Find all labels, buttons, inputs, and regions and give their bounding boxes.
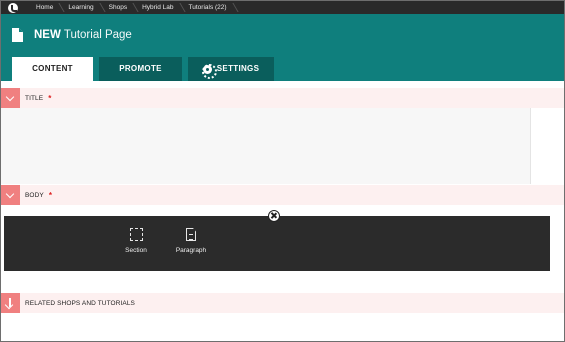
new-label: NEW: [34, 29, 61, 41]
page-header: NEW Tutorial Page CONTENT PROMOTE SETTIN…: [1, 14, 564, 81]
tab-settings[interactable]: SETTINGS: [188, 57, 274, 81]
page-type-label: Tutorial Page: [63, 29, 132, 41]
close-icon[interactable]: [268, 210, 280, 222]
arrow-down-icon: [9, 298, 11, 307]
tab-promote[interactable]: PROMOTE: [99, 57, 182, 81]
paragraph-icon: [186, 228, 196, 241]
body-section-header: BODY *: [1, 185, 564, 205]
chevron-down-icon: [5, 189, 15, 199]
required-marker: *: [48, 93, 52, 103]
title-section-header: TITLE *: [1, 88, 564, 108]
insert-section-label: Section: [125, 247, 147, 254]
tab-bar: CONTENT PROMOTE SETTINGS: [12, 57, 280, 81]
body-section-label: BODY: [25, 191, 44, 199]
breadcrumb-home[interactable]: Home: [30, 1, 62, 14]
page-title: NEW Tutorial Page: [34, 29, 132, 41]
tab-settings-label: SETTINGS: [216, 64, 260, 73]
title-section-label: TITLE: [25, 94, 44, 102]
related-expand-toggle[interactable]: [1, 293, 20, 313]
gear-icon: [201, 63, 217, 79]
breadcrumb-tutorials[interactable]: Tutorials (22): [183, 1, 236, 14]
insert-paragraph-label: Paragraph: [175, 247, 207, 254]
editor-window: Home Learning Shops Hybrid Lab Tutorials…: [0, 0, 565, 342]
insert-block-menu: Section Paragraph: [4, 216, 550, 271]
related-section-label: RELATED SHOPS AND TUTORIALS: [25, 299, 135, 307]
section-icon: [129, 228, 143, 241]
title-collapse-toggle[interactable]: [1, 88, 20, 108]
chevron-down-icon: [5, 92, 15, 102]
breadcrumb: Home Learning Shops Hybrid Lab Tutorials…: [1, 1, 564, 14]
title-input[interactable]: [1, 108, 531, 184]
required-marker: *: [48, 190, 52, 200]
breadcrumb-hybrid-lab[interactable]: Hybrid Lab: [136, 1, 182, 14]
related-section-header: RELATED SHOPS AND TUTORIALS: [1, 293, 564, 313]
body-collapse-toggle[interactable]: [1, 185, 20, 205]
breadcrumb-learning[interactable]: Learning: [62, 1, 102, 14]
insert-section-button[interactable]: Section: [111, 228, 161, 254]
site-logo-icon[interactable]: [8, 2, 18, 13]
document-icon: [12, 28, 23, 42]
breadcrumb-shops[interactable]: Shops: [103, 1, 136, 14]
tab-content[interactable]: CONTENT: [12, 57, 93, 81]
insert-paragraph-button[interactable]: Paragraph: [166, 228, 216, 254]
